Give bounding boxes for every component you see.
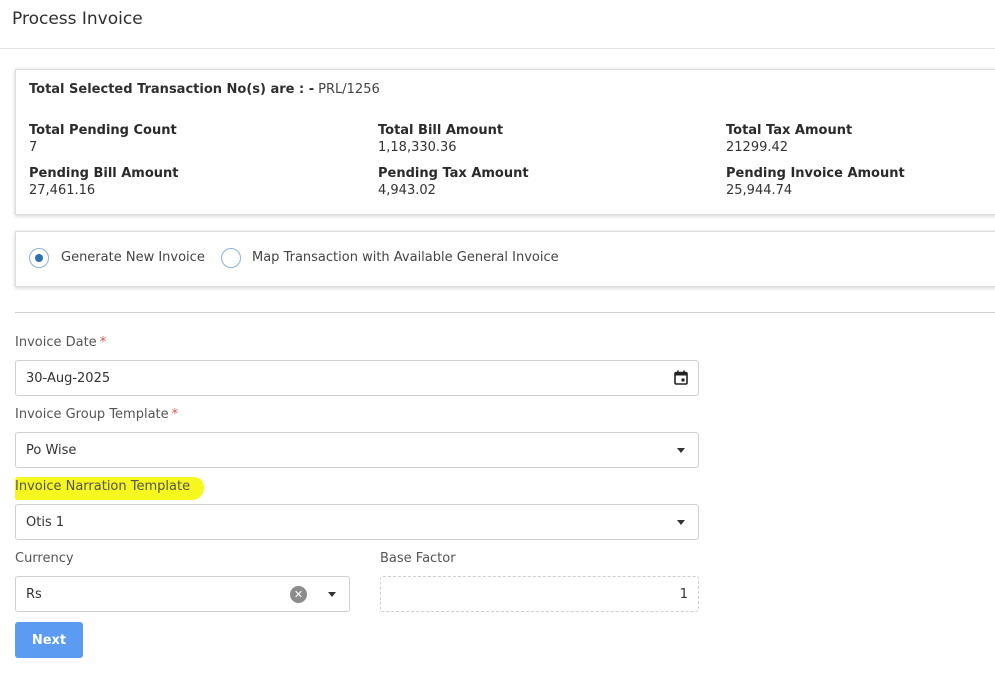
group-template-label: Invoice Group Template * (15, 407, 178, 422)
stat-total-pending-count: Total Pending Count 7 (29, 122, 177, 156)
required-marker: * (99, 335, 107, 350)
chevron-down-icon[interactable] (677, 448, 685, 453)
clear-icon[interactable]: ✕ (290, 586, 307, 603)
required-marker: * (171, 407, 179, 422)
narration-template-value: Otis 1 (26, 515, 65, 530)
stat-label: Pending Tax Amount (378, 166, 529, 181)
selected-transactions-value: PRL/1256 (318, 82, 380, 97)
currency-value: Rs (26, 587, 42, 602)
stat-label: Pending Invoice Amount (726, 166, 905, 181)
stat-label: Total Bill Amount (378, 123, 504, 138)
title-divider (0, 48, 995, 49)
group-template-value: Po Wise (26, 443, 77, 458)
next-button[interactable]: Next (15, 622, 83, 658)
stat-pending-bill-amount: Pending Bill Amount 27,461.16 (29, 165, 179, 199)
stat-value: 21299.42 (726, 140, 789, 155)
stat-label: Total Pending Count (29, 123, 177, 138)
section-divider (15, 312, 995, 313)
stat-value: 7 (29, 140, 38, 155)
invoice-date-label-text: Invoice Date (15, 335, 97, 350)
calendar-icon[interactable] (674, 370, 688, 385)
stat-pending-invoice-amount: Pending Invoice Amount 25,944.74 (726, 165, 905, 199)
base-factor-value: 1 (679, 587, 688, 602)
chevron-down-icon[interactable] (328, 592, 336, 597)
process-invoice-page: Process Invoice Total Selected Transacti… (0, 0, 995, 676)
selected-transactions: Total Selected Transaction No(s) are : -… (29, 82, 380, 97)
stat-value: 1,18,330.36 (378, 140, 457, 155)
stat-total-bill-amount: Total Bill Amount 1,18,330.36 (378, 122, 503, 156)
invoice-date-label: Invoice Date * (15, 335, 106, 350)
stat-total-tax-amount: Total Tax Amount 21299.42 (726, 122, 852, 156)
base-factor-input[interactable]: 1 (380, 576, 699, 612)
stat-value: 27,461.16 (29, 183, 96, 198)
base-factor-label: Base Factor (380, 551, 456, 566)
page-title: Process Invoice (12, 9, 143, 29)
stat-label: Pending Bill Amount (29, 166, 179, 181)
narration-template-label: Invoice Narration Template (15, 477, 205, 500)
generate-new-invoice-radio[interactable] (29, 248, 49, 268)
narration-template-label-text: Invoice Narration Template (15, 477, 205, 500)
currency-select[interactable]: Rs ✕ (15, 576, 350, 612)
currency-label: Currency (15, 551, 74, 566)
map-transaction-label[interactable]: Map Transaction with Available General I… (252, 250, 559, 265)
map-transaction-radio[interactable] (221, 248, 241, 268)
group-template-select[interactable]: Po Wise (15, 432, 699, 468)
invoice-mode-card: Generate New Invoice Map Transaction wit… (15, 231, 995, 287)
stat-value: 4,943.02 (378, 183, 436, 198)
chevron-down-icon[interactable] (677, 520, 685, 525)
transaction-summary-card: Total Selected Transaction No(s) are : -… (15, 69, 995, 215)
selected-transactions-label: Total Selected Transaction No(s) are : - (29, 82, 315, 97)
stat-value: 25,944.74 (726, 183, 793, 198)
group-template-label-text: Invoice Group Template (15, 407, 169, 422)
narration-template-select[interactable]: Otis 1 (15, 504, 699, 540)
stat-label: Total Tax Amount (726, 123, 853, 138)
generate-new-invoice-label[interactable]: Generate New Invoice (61, 250, 205, 265)
invoice-date-input[interactable]: 30-Aug-2025 (15, 360, 699, 396)
invoice-date-value: 30-Aug-2025 (26, 371, 111, 386)
stat-pending-tax-amount: Pending Tax Amount 4,943.02 (378, 165, 529, 199)
